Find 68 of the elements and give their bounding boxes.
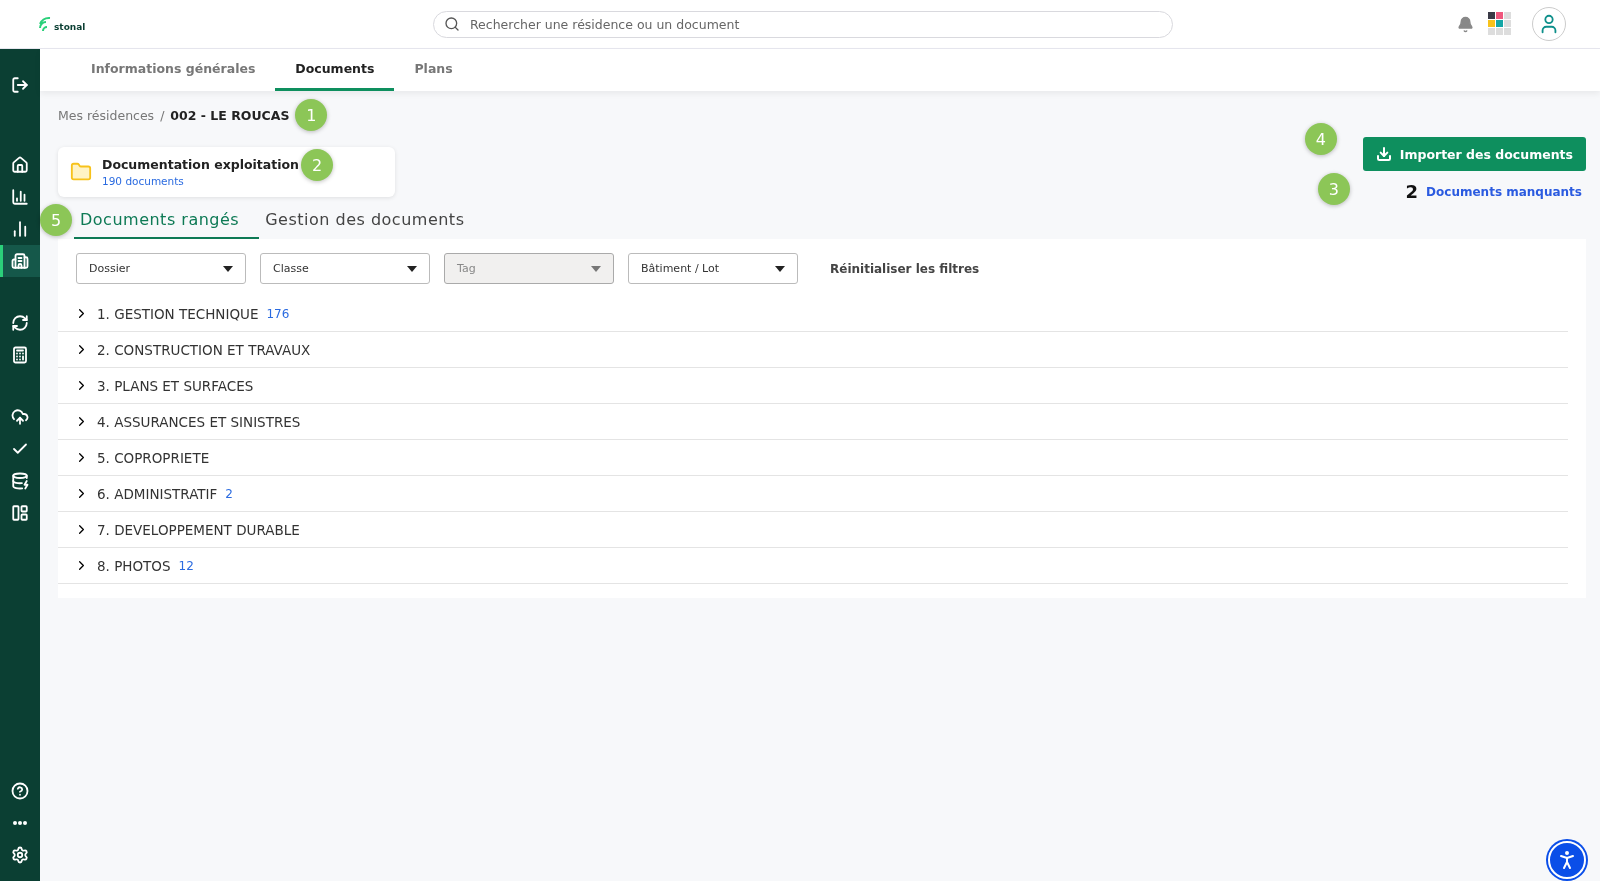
- building-icon: [11, 252, 29, 270]
- folder-row[interactable]: 2. CONSTRUCTION ET TRAVAUX: [58, 332, 1568, 368]
- home-icon: [11, 156, 29, 174]
- missing-count: 2: [1405, 181, 1419, 202]
- folder-name: 2. CONSTRUCTION ET TRAVAUX: [97, 341, 311, 358]
- folder-name: 1. GESTION TECHNIQUE: [97, 305, 259, 322]
- caret-icon: [223, 265, 233, 272]
- layout-icon: [11, 504, 29, 522]
- settings-icon: [11, 846, 29, 864]
- folder-name: 5. COPROPRIETE: [97, 449, 210, 466]
- folder-icon: [70, 161, 92, 183]
- tab[interactable]: Documents: [275, 49, 395, 91]
- filter-dropdown[interactable]: Classe: [260, 253, 430, 284]
- folder-row[interactable]: 1. GESTION TECHNIQUE 176: [58, 296, 1568, 332]
- calculator-icon: [11, 346, 29, 364]
- step-marker: 2: [301, 149, 333, 181]
- folder-row[interactable]: 6. ADMINISTRATIF 2: [58, 476, 1568, 512]
- missing-documents-link[interactable]: Documents manquants: [1426, 184, 1582, 199]
- folder-name: 4. ASSURANCES ET SINISTRES: [97, 413, 301, 430]
- tab[interactable]: Informations générales: [71, 49, 276, 91]
- exit-icon: [11, 76, 29, 94]
- folder-row[interactable]: 4. ASSURANCES ET SINISTRES: [58, 404, 1568, 440]
- step-marker: 1: [295, 99, 328, 131]
- caret-icon: [407, 265, 417, 272]
- folder-row[interactable]: 7. DEVELOPPEMENT DURABLE: [58, 512, 1568, 548]
- document-count: 176: [266, 306, 290, 321]
- caret-icon: [591, 265, 601, 272]
- document-count: 2: [225, 486, 233, 501]
- tab[interactable]: Gestion des documents: [259, 202, 485, 239]
- sync-icon: [11, 314, 29, 332]
- logo: stonal: [38, 16, 433, 32]
- folder-row[interactable]: 8. PHOTOS 12: [58, 548, 1568, 584]
- more-icon: [13, 821, 27, 825]
- accessibility-button[interactable]: [1548, 841, 1586, 879]
- filter-dropdown[interactable]: Dossier: [76, 253, 246, 284]
- reset-filters-button[interactable]: Réinitialiser les filtres: [824, 260, 986, 277]
- filter-dropdown[interactable]: Bâtiment / Lot: [628, 253, 798, 284]
- database-icon: [11, 472, 29, 490]
- step-marker: 4: [1304, 123, 1337, 155]
- folder-name: 6. ADMINISTRATIF: [97, 485, 218, 502]
- folder-name: 7. DEVELOPPEMENT DURABLE: [97, 521, 300, 538]
- folder-card[interactable]: Documentation exploitation 190 documents 2: [58, 147, 395, 197]
- download-icon: [1375, 146, 1392, 162]
- breadcrumb-item: 002 - LE ROUCAS: [170, 107, 290, 123]
- search-icon: [444, 16, 460, 32]
- folder-row[interactable]: 3. PLANS ET SURFACES: [58, 368, 1568, 404]
- search-input[interactable]: Rechercher une résidence ou un document: [468, 15, 1162, 33]
- sidebar-button[interactable]: [0, 245, 40, 277]
- cloud-upload-icon: [11, 408, 29, 426]
- document-count: 190 documents: [102, 175, 185, 187]
- caret-icon: [775, 265, 785, 272]
- folder-name: 3. PLANS ET SURFACES: [97, 377, 254, 394]
- tab[interactable]: Plans: [394, 49, 473, 91]
- folder-name: 8. PHOTOS: [97, 557, 171, 574]
- breadcrumb-separator: /: [160, 107, 165, 123]
- step-marker: 5: [40, 204, 72, 236]
- breadcrumb-item[interactable]: Mes résidences: [58, 107, 155, 123]
- document-count: 12: [178, 558, 194, 573]
- bar-chart-icon: [11, 188, 29, 206]
- step-marker: 3: [1317, 173, 1350, 205]
- help-icon: [11, 782, 29, 800]
- bell-icon[interactable]: [1457, 15, 1474, 33]
- chart-icon: [11, 220, 29, 238]
- card-title: Documentation exploitation: [102, 157, 299, 172]
- logo-icon: [38, 16, 52, 32]
- folder-row[interactable]: 5. COPROPRIETE: [58, 440, 1568, 476]
- apps-grid-icon[interactable]: [1488, 12, 1512, 36]
- import-button[interactable]: Importer des documents: [1362, 137, 1586, 171]
